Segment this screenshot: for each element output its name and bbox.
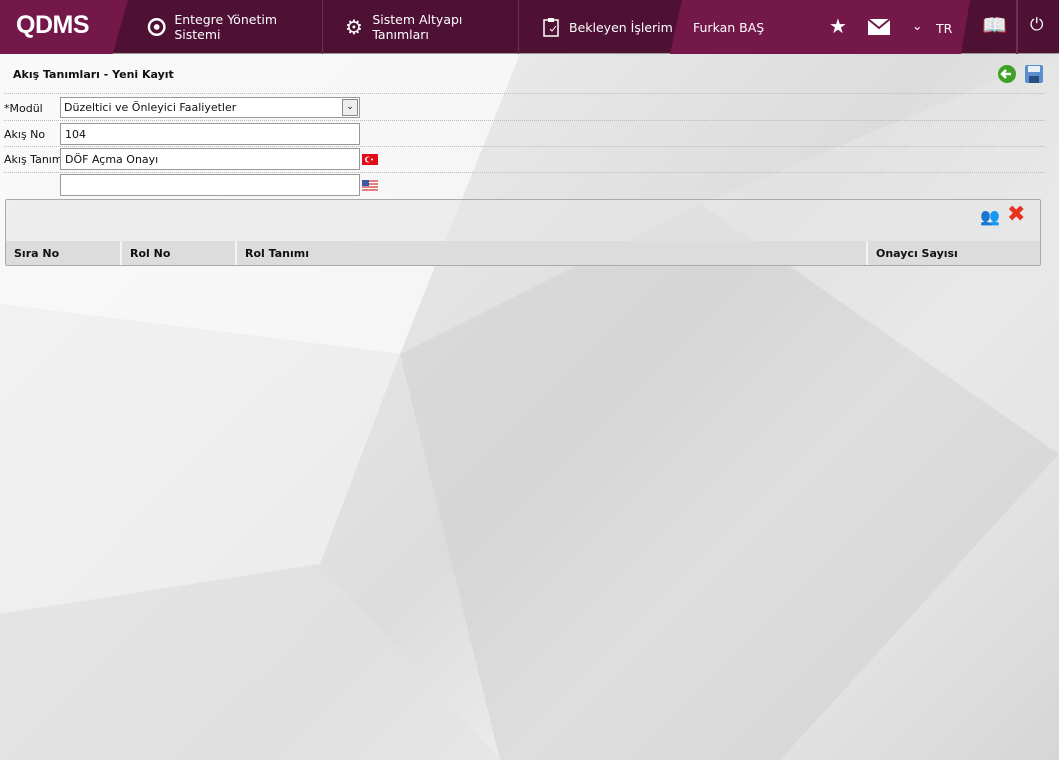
nav-label: Entegre Yönetim Sistemi xyxy=(174,12,277,42)
manual-icon[interactable]: 📖 xyxy=(982,13,1007,37)
nav-sistem[interactable]: ⚙ Sistem Altyapı Tanımları xyxy=(323,0,519,54)
power-icon[interactable]: ⏻ xyxy=(1030,15,1043,35)
divider xyxy=(4,172,1045,173)
akis-tanimi-en-input[interactable] xyxy=(60,174,360,196)
nav-label: Sistem Altyapı Tanımları xyxy=(372,12,463,42)
roles-table: 👥 ✖ Sıra No Rol No Rol Tanımı Onaycı Say… xyxy=(5,199,1041,266)
power-area: ⏻ xyxy=(1016,0,1059,54)
divider xyxy=(4,146,1045,147)
q-icon xyxy=(147,18,166,36)
star-icon[interactable]: ★ xyxy=(829,14,847,38)
mail-icon[interactable] xyxy=(868,19,890,35)
akis-tanimi-tr-input[interactable]: DÖF Açma Onayı xyxy=(60,148,360,170)
column-header[interactable]: Rol Tanımı xyxy=(237,241,868,265)
akis-tanimi-label: Akış Tanımı xyxy=(4,153,66,166)
modul-value: Düzeltici ve Önleyici Faaliyetler xyxy=(64,101,237,114)
akis-no-label: Akış No xyxy=(4,128,46,141)
chevron-down-icon[interactable]: ⌄ xyxy=(912,18,922,33)
gear-icon: ⚙ xyxy=(345,15,363,39)
column-header[interactable]: Sıra No xyxy=(6,241,122,265)
akis-no-input[interactable]: 104 xyxy=(60,123,360,145)
modul-label: *Modül xyxy=(4,102,43,115)
user-name[interactable]: Furkan BAŞ xyxy=(693,20,764,35)
top-bar: QDMS Entegre Yönetim Sistemi ⚙ Sistem Al… xyxy=(0,0,1059,54)
language[interactable]: TR xyxy=(936,21,952,36)
divider xyxy=(4,120,1045,121)
column-header[interactable]: Rol No xyxy=(122,241,237,265)
back-icon[interactable] xyxy=(997,64,1017,84)
nav-bekleyen[interactable]: Bekleyen İşlerim xyxy=(519,0,679,54)
chevron-down-icon[interactable]: ⌄ xyxy=(342,99,358,116)
delete-icon[interactable]: ✖ xyxy=(1007,202,1025,227)
nav-label: Bekleyen İşlerim xyxy=(569,19,673,35)
logo[interactable]: QDMS xyxy=(0,0,128,54)
save-icon[interactable] xyxy=(1024,64,1044,84)
turkey-flag-icon xyxy=(362,154,378,165)
page-title: Akış Tanımları - Yeni Kayıt xyxy=(13,68,174,81)
us-flag-icon xyxy=(362,180,378,191)
clipboard-icon xyxy=(543,18,559,37)
modul-select[interactable]: Düzeltici ve Önleyici Faaliyetler ⌄ xyxy=(60,97,360,118)
add-users-icon[interactable]: 👥 xyxy=(980,207,1000,226)
divider xyxy=(4,93,1045,94)
nav-entegre[interactable]: Entegre Yönetim Sistemi xyxy=(125,0,323,54)
column-header[interactable]: Onaycı Sayısı xyxy=(868,241,1040,265)
